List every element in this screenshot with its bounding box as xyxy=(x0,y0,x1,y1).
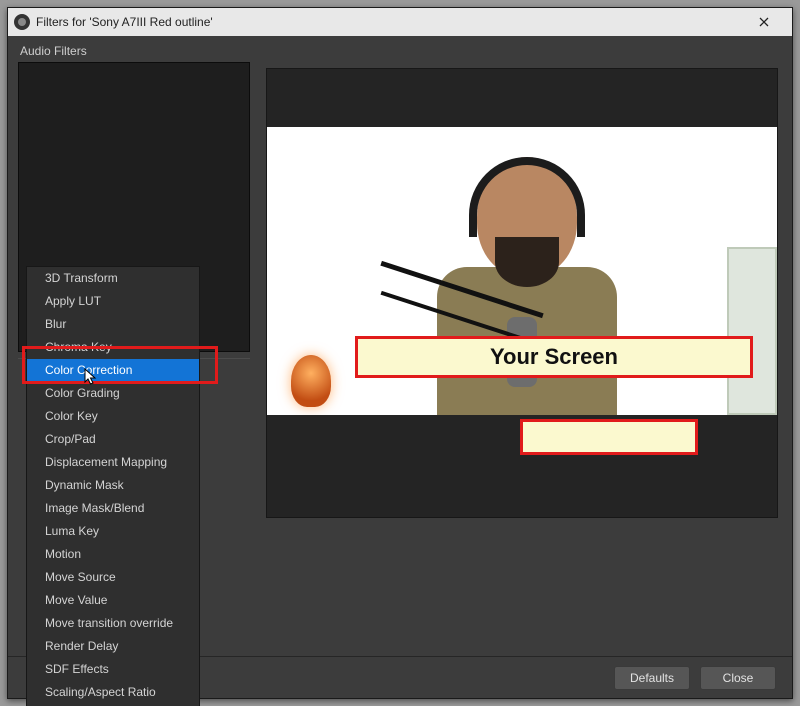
filter-item-apply-lut[interactable]: Apply LUT xyxy=(27,290,199,313)
filter-item-blur[interactable]: Blur xyxy=(27,313,199,336)
filter-item-color-correction[interactable]: Color Correction xyxy=(27,359,199,382)
filter-item-chroma-key[interactable]: Chroma Key xyxy=(27,336,199,359)
close-icon xyxy=(759,17,769,27)
obs-icon xyxy=(14,14,30,30)
window-close-button[interactable] xyxy=(742,9,786,35)
close-button[interactable]: Close xyxy=(700,666,776,690)
window-title: Filters for 'Sony A7III Red outline' xyxy=(36,15,213,29)
defaults-button[interactable]: Defaults xyxy=(614,666,690,690)
filter-item-color-grading[interactable]: Color Grading xyxy=(27,382,199,405)
filters-window: Filters for 'Sony A7III Red outline' Aud… xyxy=(7,7,793,699)
titlebar: Filters for 'Sony A7III Red outline' xyxy=(8,8,792,36)
filter-item-image-mask-blend[interactable]: Image Mask/Blend xyxy=(27,497,199,520)
your-screen-callout: Your Screen xyxy=(355,336,753,378)
small-callout xyxy=(520,419,698,455)
filter-item-move-value[interactable]: Move Value xyxy=(27,589,199,612)
filter-item-motion[interactable]: Motion xyxy=(27,543,199,566)
add-filter-context-menu[interactable]: 3D TransformApply LUTBlurChroma KeyColor… xyxy=(26,266,200,706)
filter-item-move-source[interactable]: Move Source xyxy=(27,566,199,589)
filter-item-dynamic-mask[interactable]: Dynamic Mask xyxy=(27,474,199,497)
filter-item-sdf-effects[interactable]: SDF Effects xyxy=(27,658,199,681)
filter-item-render-delay[interactable]: Render Delay xyxy=(27,635,199,658)
audio-filters-label: Audio Filters xyxy=(18,44,250,58)
filter-item-3d-transform[interactable]: 3D Transform xyxy=(27,267,199,290)
filter-item-color-key[interactable]: Color Key xyxy=(27,405,199,428)
filter-item-crop-pad[interactable]: Crop/Pad xyxy=(27,428,199,451)
client-area: Audio Filters 3D TransformApply LUTBlu xyxy=(8,36,792,698)
filter-item-move-transition-override[interactable]: Move transition override xyxy=(27,612,199,635)
filter-item-luma-key[interactable]: Luma Key xyxy=(27,520,199,543)
filter-item-displacement-mapping[interactable]: Displacement Mapping xyxy=(27,451,199,474)
filter-item-scaling-aspect-ratio[interactable]: Scaling/Aspect Ratio xyxy=(27,681,199,704)
